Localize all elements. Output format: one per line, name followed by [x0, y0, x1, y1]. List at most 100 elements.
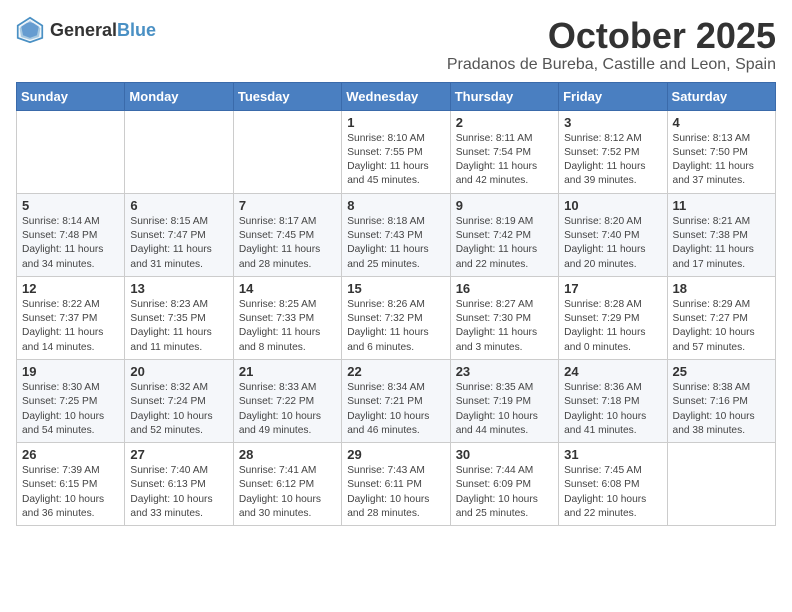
- cell-content: Sunrise: 8:30 AM Sunset: 7:25 PM Dayligh…: [22, 381, 119, 438]
- calendar-cell: 2Sunrise: 8:11 AM Sunset: 7:54 PM Daylig…: [450, 110, 558, 193]
- day-number: 12: [22, 281, 119, 296]
- calendar-week-5: 26 Sunrise: 7:39 AM Sunset: 6:15 PM Dayli…: [17, 443, 776, 526]
- calendar-cell: 20 Sunrise: 8:32 AM Sunset: 7:24 PM Dayli…: [125, 359, 233, 442]
- cell-content: Sunrise: 8:19 AM Sunset: 7:42 PM Dayligh…: [456, 215, 553, 272]
- calendar-cell: 26 Sunrise: 7:39 AM Sunset: 6:15 PM Dayli…: [17, 443, 125, 526]
- logo-icon: [16, 16, 44, 44]
- day-number: 10: [564, 198, 661, 213]
- cell-content: Sunrise: 7:45 AM Sunset: 6:08 PM Dayligh…: [564, 464, 661, 521]
- day-number: 8: [347, 198, 444, 213]
- day-number: 27: [130, 447, 227, 462]
- calendar-cell: 13 Sunrise: 8:23 AM Sunset: 7:35 PM Dayli…: [125, 276, 233, 359]
- calendar-cell: 7 Sunrise: 8:17 AM Sunset: 7:45 PM Daylig…: [233, 193, 341, 276]
- column-header-wednesday: Wednesday: [342, 82, 450, 110]
- cell-content: Sunrise: 8:35 AM Sunset: 7:19 PM Dayligh…: [456, 381, 553, 438]
- cell-content: Sunrise: 8:38 AM Sunset: 7:16 PM Dayligh…: [673, 381, 770, 438]
- logo-general: General: [50, 21, 117, 39]
- day-number: 1: [347, 115, 444, 130]
- day-number: 6: [130, 198, 227, 213]
- calendar-cell: [667, 443, 775, 526]
- calendar-cell: 14 Sunrise: 8:25 AM Sunset: 7:33 PM Dayli…: [233, 276, 341, 359]
- calendar-cell: 15 Sunrise: 8:26 AM Sunset: 7:32 PM Dayli…: [342, 276, 450, 359]
- day-number: 3: [564, 115, 661, 130]
- day-number: 7: [239, 198, 336, 213]
- calendar-week-4: 19 Sunrise: 8:30 AM Sunset: 7:25 PM Dayli…: [17, 359, 776, 442]
- calendar-cell: 10 Sunrise: 8:20 AM Sunset: 7:40 PM Dayli…: [559, 193, 667, 276]
- day-number: 20: [130, 364, 227, 379]
- cell-content: Sunrise: 7:39 AM Sunset: 6:15 PM Dayligh…: [22, 464, 119, 521]
- calendar-cell: 17 Sunrise: 8:28 AM Sunset: 7:29 PM Dayli…: [559, 276, 667, 359]
- calendar-cell: 4 Sunrise: 8:13 AM Sunset: 7:50 PM Daylig…: [667, 110, 775, 193]
- day-number: 24: [564, 364, 661, 379]
- cell-content: Sunrise: 8:36 AM Sunset: 7:18 PM Dayligh…: [564, 381, 661, 438]
- calendar-cell: 12 Sunrise: 8:22 AM Sunset: 7:37 PM Dayli…: [17, 276, 125, 359]
- column-header-sunday: Sunday: [17, 82, 125, 110]
- page-header: General Blue October 2025 Pradanos de Bu…: [16, 16, 776, 74]
- cell-content: Sunrise: 8:26 AM Sunset: 7:32 PM Dayligh…: [347, 298, 444, 355]
- day-number: 5: [22, 198, 119, 213]
- calendar-cell: 24 Sunrise: 8:36 AM Sunset: 7:18 PM Dayli…: [559, 359, 667, 442]
- calendar-cell: 8 Sunrise: 8:18 AM Sunset: 7:43 PM Daylig…: [342, 193, 450, 276]
- column-header-saturday: Saturday: [667, 82, 775, 110]
- calendar-cell: 29Sunrise: 7:43 AM Sunset: 6:11 PM Dayli…: [342, 443, 450, 526]
- day-number: 18: [673, 281, 770, 296]
- logo-text: General Blue: [50, 21, 156, 39]
- cell-content: Sunrise: 7:43 AM Sunset: 6:11 PM Dayligh…: [347, 464, 444, 521]
- calendar-header-row: SundayMondayTuesdayWednesdayThursdayFrid…: [17, 82, 776, 110]
- calendar-cell: 31 Sunrise: 7:45 AM Sunset: 6:08 PM Dayli…: [559, 443, 667, 526]
- cell-content: Sunrise: 8:32 AM Sunset: 7:24 PM Dayligh…: [130, 381, 227, 438]
- calendar-cell: 30 Sunrise: 7:44 AM Sunset: 6:09 PM Dayli…: [450, 443, 558, 526]
- day-number: 9: [456, 198, 553, 213]
- cell-content: Sunrise: 8:13 AM Sunset: 7:50 PM Dayligh…: [673, 132, 770, 189]
- logo: General Blue: [16, 16, 156, 44]
- column-header-thursday: Thursday: [450, 82, 558, 110]
- logo-blue: Blue: [117, 21, 156, 39]
- day-number: 31: [564, 447, 661, 462]
- cell-content: Sunrise: 8:18 AM Sunset: 7:43 PM Dayligh…: [347, 215, 444, 272]
- day-number: 17: [564, 281, 661, 296]
- calendar-cell: 16 Sunrise: 8:27 AM Sunset: 7:30 PM Dayli…: [450, 276, 558, 359]
- cell-content: Sunrise: 8:28 AM Sunset: 7:29 PM Dayligh…: [564, 298, 661, 355]
- cell-content: Sunrise: 8:22 AM Sunset: 7:37 PM Dayligh…: [22, 298, 119, 355]
- calendar-cell: 5 Sunrise: 8:14 AM Sunset: 7:48 PM Daylig…: [17, 193, 125, 276]
- cell-content: Sunrise: 8:21 AM Sunset: 7:38 PM Dayligh…: [673, 215, 770, 272]
- cell-content: Sunrise: 8:12 AM Sunset: 7:52 PM Dayligh…: [564, 132, 661, 189]
- day-number: 28: [239, 447, 336, 462]
- cell-content: Sunrise: 8:10 AM Sunset: 7:55 PM Dayligh…: [347, 132, 444, 189]
- day-number: 16: [456, 281, 553, 296]
- cell-content: Sunrise: 8:33 AM Sunset: 7:22 PM Dayligh…: [239, 381, 336, 438]
- cell-content: Sunrise: 7:40 AM Sunset: 6:13 PM Dayligh…: [130, 464, 227, 521]
- day-number: 26: [22, 447, 119, 462]
- day-number: 19: [22, 364, 119, 379]
- location-subtitle: Pradanos de Bureba, Castille and Leon, S…: [447, 56, 776, 74]
- title-section: October 2025 Pradanos de Bureba, Castill…: [447, 16, 776, 74]
- day-number: 14: [239, 281, 336, 296]
- day-number: 2: [456, 115, 553, 130]
- calendar-week-2: 5 Sunrise: 8:14 AM Sunset: 7:48 PM Daylig…: [17, 193, 776, 276]
- cell-content: Sunrise: 8:29 AM Sunset: 7:27 PM Dayligh…: [673, 298, 770, 355]
- calendar-cell: 22 Sunrise: 8:34 AM Sunset: 7:21 PM Dayli…: [342, 359, 450, 442]
- cell-content: Sunrise: 8:25 AM Sunset: 7:33 PM Dayligh…: [239, 298, 336, 355]
- cell-content: Sunrise: 8:17 AM Sunset: 7:45 PM Dayligh…: [239, 215, 336, 272]
- calendar-table: SundayMondayTuesdayWednesdayThursdayFrid…: [16, 82, 776, 527]
- cell-content: Sunrise: 8:20 AM Sunset: 7:40 PM Dayligh…: [564, 215, 661, 272]
- calendar-cell: 23 Sunrise: 8:35 AM Sunset: 7:19 PM Dayli…: [450, 359, 558, 442]
- cell-content: Sunrise: 8:14 AM Sunset: 7:48 PM Dayligh…: [22, 215, 119, 272]
- day-number: 13: [130, 281, 227, 296]
- calendar-cell: 18 Sunrise: 8:29 AM Sunset: 7:27 PM Dayli…: [667, 276, 775, 359]
- day-number: 4: [673, 115, 770, 130]
- cell-content: Sunrise: 7:44 AM Sunset: 6:09 PM Dayligh…: [456, 464, 553, 521]
- calendar-cell: 27 Sunrise: 7:40 AM Sunset: 6:13 PM Dayli…: [125, 443, 233, 526]
- cell-content: Sunrise: 8:27 AM Sunset: 7:30 PM Dayligh…: [456, 298, 553, 355]
- calendar-cell: 28Sunrise: 7:41 AM Sunset: 6:12 PM Dayli…: [233, 443, 341, 526]
- day-number: 23: [456, 364, 553, 379]
- column-header-tuesday: Tuesday: [233, 82, 341, 110]
- day-number: 15: [347, 281, 444, 296]
- day-number: 22: [347, 364, 444, 379]
- day-number: 30: [456, 447, 553, 462]
- column-header-monday: Monday: [125, 82, 233, 110]
- calendar-week-3: 12 Sunrise: 8:22 AM Sunset: 7:37 PM Dayli…: [17, 276, 776, 359]
- cell-content: Sunrise: 8:23 AM Sunset: 7:35 PM Dayligh…: [130, 298, 227, 355]
- cell-content: Sunrise: 8:15 AM Sunset: 7:47 PM Dayligh…: [130, 215, 227, 272]
- cell-content: Sunrise: 8:34 AM Sunset: 7:21 PM Dayligh…: [347, 381, 444, 438]
